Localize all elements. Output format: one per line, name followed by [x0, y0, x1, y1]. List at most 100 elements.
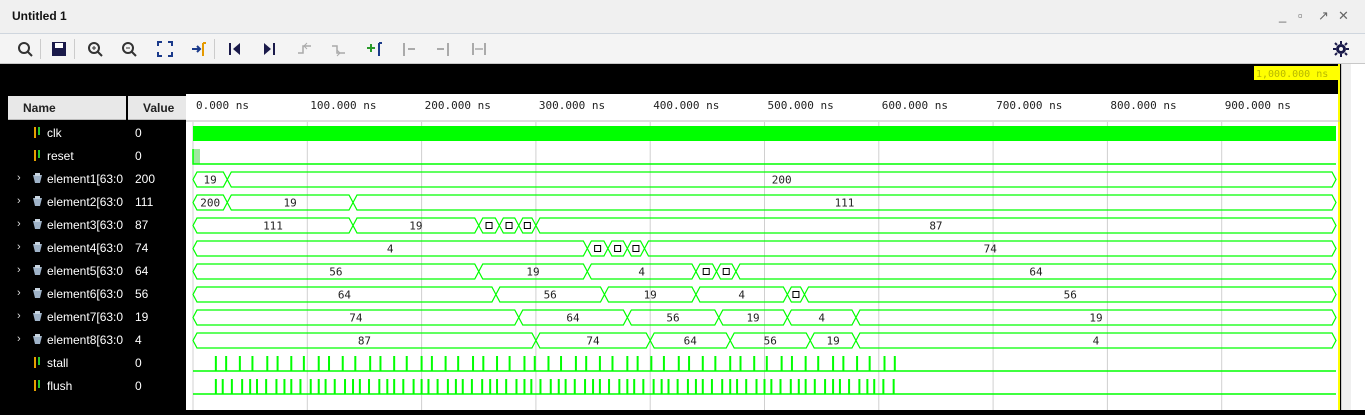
signal-value: 56: [135, 287, 149, 301]
signal-name-cell[interactable]: › element5[63:0: [8, 260, 126, 283]
previous-marker-icon[interactable]: [398, 38, 420, 60]
signal-row[interactable]: › element3[63:0 87: [8, 214, 186, 237]
signal-name-cell[interactable]: › element2[63:0: [8, 191, 126, 214]
signal-name-cell[interactable]: › element8[63:0: [8, 329, 126, 352]
chevron-right-icon[interactable]: ›: [17, 333, 21, 345]
signal-row[interactable]: clk 0: [8, 122, 186, 145]
signal-row[interactable]: stall 0: [8, 352, 186, 375]
name-column-header[interactable]: Name: [8, 96, 126, 120]
signal-row[interactable]: › element6[63:0 56: [8, 283, 186, 306]
chevron-right-icon[interactable]: ›: [17, 287, 21, 299]
signal-row[interactable]: › element7[63:0 19: [8, 306, 186, 329]
signal-value-cell: 0: [128, 352, 186, 375]
signal-value-cell: 64: [128, 260, 186, 283]
bus-value-label: 4: [1093, 335, 1100, 348]
time-tick-label: 900.000 ns: [1225, 99, 1291, 112]
bus-segment-marker: [632, 245, 640, 252]
bus-value-label: 4: [638, 266, 645, 279]
bus-value-label: 64: [338, 289, 352, 302]
signal-value: 200: [135, 172, 156, 186]
signal-name-cell[interactable]: › element6[63:0: [8, 283, 126, 306]
signal-row[interactable]: reset 0: [8, 145, 186, 168]
signal-name: element1[63:0: [47, 172, 124, 186]
next-marker-icon[interactable]: [432, 38, 454, 60]
gear-icon[interactable]: [1330, 38, 1352, 60]
signal-name-cell[interactable]: › element7[63:0: [8, 306, 126, 329]
bus-value-label: 19: [204, 174, 217, 187]
signal-value: 64: [135, 264, 149, 278]
bus-value-label: 87: [358, 335, 371, 348]
bus-segment: [695, 263, 718, 280]
minimize-icon[interactable]: _: [1279, 8, 1286, 23]
timeline-top-bar: [186, 64, 1340, 94]
zoom-out-icon[interactable]: [118, 38, 140, 60]
signal-name-cell[interactable]: › element1[63:0: [8, 168, 126, 191]
bus-signal-icon: [32, 196, 43, 210]
swap-cursors-icon[interactable]: [468, 38, 490, 60]
signal-name-cell[interactable]: flush: [8, 375, 126, 398]
bus-value-label: 56: [544, 289, 557, 302]
signal-row[interactable]: › element1[63:0 200: [8, 168, 186, 191]
bus-segment: [498, 217, 520, 234]
bus-signal-icon: [32, 334, 43, 348]
chevron-right-icon[interactable]: ›: [17, 241, 21, 253]
value-column-header[interactable]: Value: [128, 96, 186, 120]
next-transition-icon[interactable]: [328, 38, 350, 60]
bus-segment-marker: [614, 245, 622, 252]
bus-segment-marker: [523, 222, 531, 229]
go-to-cursor-icon[interactable]: [188, 38, 210, 60]
bus-segment: [518, 217, 537, 234]
signal-name: element5[63:0: [47, 264, 124, 278]
signal-name: element3[63:0: [47, 218, 124, 232]
signal-name-cell[interactable]: reset: [8, 145, 126, 168]
signal-name: element7[63:0: [47, 310, 124, 324]
bus-signal-icon: [32, 311, 43, 325]
bus-value-label: 19: [644, 289, 657, 302]
bus-value-label: 4: [738, 289, 745, 302]
bus-segment: [715, 263, 737, 280]
signal-row[interactable]: › element8[63:0 4: [8, 329, 186, 352]
bus-value-label: 111: [263, 220, 283, 233]
bus-segment: [607, 240, 629, 257]
time-tick-label: 400.000 ns: [653, 99, 719, 112]
signal-value: 19: [135, 310, 149, 324]
zoom-fit-icon[interactable]: [154, 38, 176, 60]
signal-row[interactable]: › element4[63:0 74: [8, 237, 186, 260]
search-icon[interactable]: [14, 38, 36, 60]
previous-transition-icon[interactable]: [294, 38, 316, 60]
signal-row[interactable]: › element5[63:0 64: [8, 260, 186, 283]
signal-name-cell[interactable]: stall: [8, 352, 126, 375]
signal-row[interactable]: flush 0: [8, 375, 186, 398]
chevron-right-icon[interactable]: ›: [17, 218, 21, 230]
bus-signal-icon: [32, 173, 43, 187]
signal-name: element6[63:0: [47, 287, 124, 301]
chevron-right-icon[interactable]: ›: [17, 310, 21, 322]
chevron-right-icon[interactable]: ›: [17, 264, 21, 276]
signal-name-cell[interactable]: clk: [8, 122, 126, 145]
close-icon[interactable]: ✕: [1338, 8, 1349, 24]
signal-value-cell: 4: [128, 329, 186, 352]
signal-value-cell: 200: [128, 168, 186, 191]
go-to-time-zero-icon[interactable]: [224, 38, 246, 60]
bus-value-label: 19: [826, 335, 839, 348]
signal-value: 111: [135, 195, 154, 209]
bus-signal-icon: [32, 288, 43, 302]
waveform-canvas[interactable]: 1,000.000 ns 0.000 ns 100.000 ns 200.000 ns…: [186, 64, 1340, 410]
signal-name-cell[interactable]: › element4[63:0: [8, 237, 126, 260]
signal-name-cell[interactable]: › element3[63:0: [8, 214, 126, 237]
add-marker-icon[interactable]: [364, 38, 386, 60]
chevron-right-icon[interactable]: ›: [17, 172, 21, 184]
restore-icon[interactable]: ▫: [1298, 8, 1303, 23]
maximize-icon[interactable]: ↗: [1318, 8, 1329, 24]
reset-pulse: [193, 149, 200, 164]
zoom-in-icon[interactable]: [84, 38, 106, 60]
go-to-last-time-icon[interactable]: [258, 38, 280, 60]
signal-name: element2[63:0: [47, 195, 124, 209]
waveform-area[interactable]: 1,000.000 ns 0.000 ns 100.000 ns 200.000 ns…: [186, 64, 1340, 410]
save-icon[interactable]: [48, 38, 70, 60]
chevron-right-icon[interactable]: ›: [17, 195, 21, 207]
signal-value: 0: [135, 126, 142, 140]
bus-value-label: 200: [200, 197, 220, 210]
time-tick-label: 700.000 ns: [996, 99, 1062, 112]
signal-row[interactable]: › element2[63:0 111: [8, 191, 186, 214]
